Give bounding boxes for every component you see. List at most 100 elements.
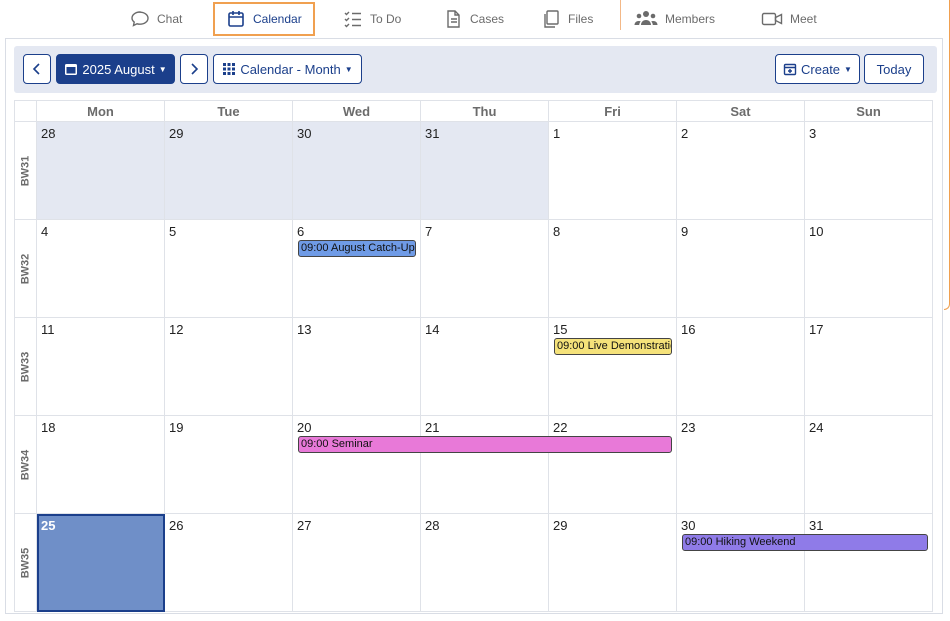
chevron-left-icon [32,63,40,75]
tab-files[interactable]: Files [541,3,593,35]
day-number: 9 [681,224,689,239]
tab-label: Chat [157,12,183,26]
week-number: BW35 [14,514,37,612]
day-cell[interactable]: 2 [677,122,805,220]
day-number: 24 [809,420,824,435]
highlight-frame [944,0,950,310]
day-cell[interactable]: 13 [293,318,421,416]
day-number: 22 [553,420,568,435]
day-cell[interactable]: 11 [37,318,165,416]
day-cell[interactable]: 30 [293,122,421,220]
day-number: 28 [425,518,440,533]
weekday-header: Tue [165,100,293,122]
day-cell[interactable]: 14 [421,318,549,416]
previous-month-button[interactable] [23,54,51,84]
calendar-icon [228,11,244,27]
day-cell[interactable]: 1 [549,122,677,220]
today-button[interactable]: Today [864,54,924,84]
week-number: BW32 [14,220,37,318]
tab-calendar[interactable]: Calendar [213,2,315,36]
day-cell[interactable]: 28 [37,122,165,220]
day-cell[interactable]: 17 [805,318,933,416]
day-cell[interactable]: 25 [37,514,165,612]
week-number-label: BW33 [19,351,32,382]
tab-cases[interactable]: Cases [443,3,504,35]
day-cell[interactable]: 21 [421,416,549,514]
weekday-header: Mon [37,100,165,122]
day-cell[interactable]: 7 [421,220,549,318]
members-icon [634,11,658,25]
calendar-event[interactable]: 09:00 August Catch-Up [298,240,416,257]
day-number: 3 [809,126,817,141]
tab-members[interactable]: Members [634,3,715,35]
day-number: 19 [169,420,184,435]
caret-down-icon: ▼ [158,64,167,74]
day-cell[interactable]: 8 [549,220,677,318]
day-number: 14 [425,322,440,337]
day-cell[interactable]: 22 [549,416,677,514]
day-cell[interactable]: 29 [549,514,677,612]
day-cell[interactable]: 9 [677,220,805,318]
week-number: BW31 [14,122,37,220]
month-picker-button[interactable]: 2025 August ▼ [56,54,175,84]
weekday-header: Sat [677,100,805,122]
day-cell[interactable]: 24 [805,416,933,514]
day-number: 16 [681,322,696,337]
day-number: 31 [809,518,824,533]
day-number: 29 [553,518,568,533]
files-icon [544,10,559,28]
tab-label: Members [665,12,716,26]
day-cell[interactable]: 30 [677,514,805,612]
tab-todo[interactable]: To Do [343,3,401,35]
tab-label: Cases [470,12,505,26]
month-label: 2025 August [82,61,155,77]
calendar-event[interactable]: 09:00 Seminar [298,436,672,453]
tab-label: Calendar [253,12,302,26]
calendar-event[interactable]: 09:00 Hiking Weekend [682,534,928,551]
day-number: 6 [297,224,305,239]
tab-label: Meet [790,12,817,26]
day-number: 30 [681,518,696,533]
day-cell[interactable]: 20 [293,416,421,514]
weekday-header: Wed [293,100,421,122]
create-label: Create [801,61,841,77]
day-number: 2 [681,126,689,141]
tab-label: To Do [370,12,402,26]
next-month-button[interactable] [180,54,208,84]
day-cell[interactable]: 6 [293,220,421,318]
day-cell[interactable]: 27 [293,514,421,612]
day-cell[interactable]: 3 [805,122,933,220]
day-number: 7 [425,224,433,239]
day-number: 11 [41,322,55,337]
day-number: 10 [809,224,824,239]
grid-corner [14,100,37,122]
day-cell[interactable]: 19 [165,416,293,514]
day-cell[interactable]: 31 [805,514,933,612]
view-selector-button[interactable]: Calendar - Month ▼ [213,54,362,84]
day-cell[interactable]: 26 [165,514,293,612]
create-button[interactable]: Create ▼ [775,54,860,84]
tab-meet[interactable]: Meet [761,3,817,35]
day-cell[interactable]: 28 [421,514,549,612]
top-navigation: Chat Calendar To Do Cases Files Members … [0,0,950,38]
day-cell[interactable]: 10 [805,220,933,318]
day-cell[interactable]: 16 [677,318,805,416]
day-number: 26 [169,518,184,533]
day-cell[interactable]: 12 [165,318,293,416]
day-number: 31 [425,126,440,141]
weekday-header: Sun [805,100,933,122]
day-cell[interactable]: 4 [37,220,165,318]
day-cell[interactable]: 18 [37,416,165,514]
day-cell[interactable]: 23 [677,416,805,514]
day-number: 1 [553,126,561,141]
day-cell[interactable]: 29 [165,122,293,220]
caret-down-icon: ▼ [344,64,353,74]
day-cell[interactable]: 15 [549,318,677,416]
week-number-label: BW34 [19,449,32,480]
tab-chat[interactable]: Chat [130,3,182,35]
day-number: 30 [297,126,312,141]
day-cell[interactable]: 5 [165,220,293,318]
calendar-event[interactable]: 09:00 Live Demonstration [554,338,672,355]
day-cell[interactable]: 31 [421,122,549,220]
week-number: BW34 [14,416,37,514]
